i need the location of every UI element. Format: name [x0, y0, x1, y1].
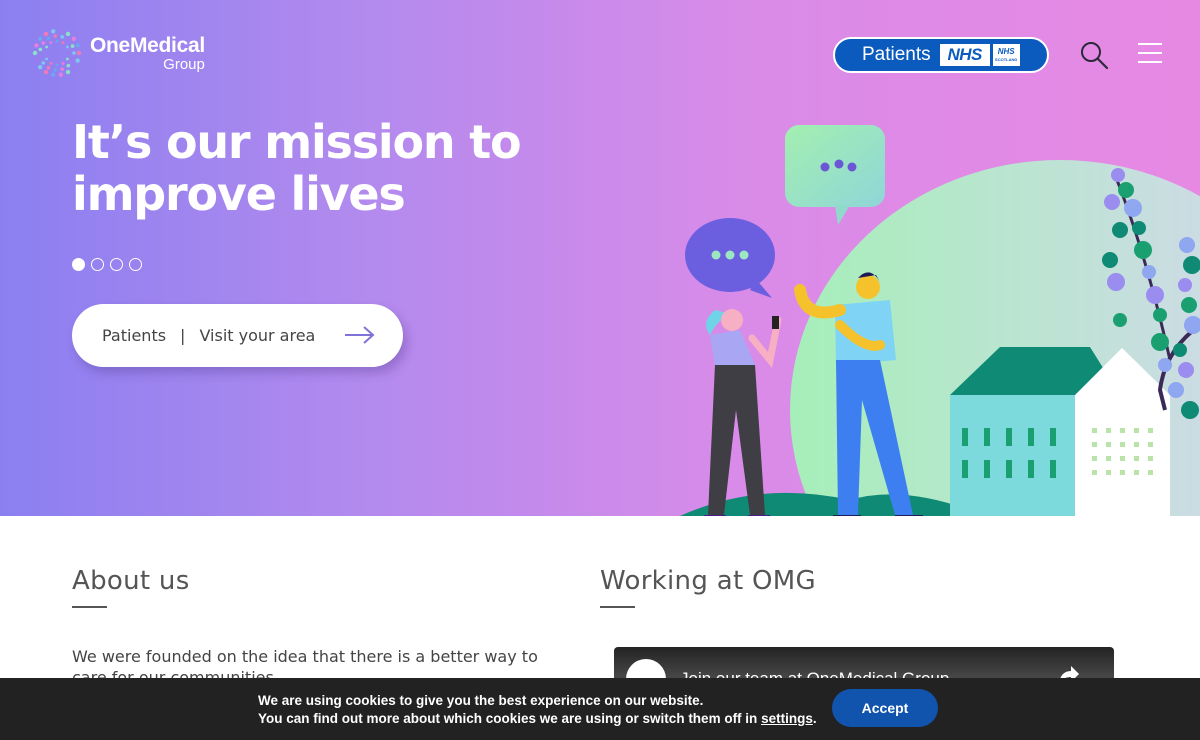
nhs-scotland-logo: NHS SCOTLAND — [992, 44, 1020, 66]
visit-your-area-button[interactable]: Patients | Visit your area — [72, 304, 403, 367]
logo-dots-icon — [32, 29, 82, 77]
hero-banner: OneMedical Group Patients NHS NHS SCOTLA… — [0, 0, 1200, 516]
site-logo[interactable]: OneMedical Group — [32, 28, 205, 78]
logo-subtitle: Group — [163, 55, 205, 73]
carousel-dot-1[interactable] — [72, 258, 85, 271]
cookie-message: We are using cookies to give you the bes… — [258, 692, 817, 728]
cta-separator: | — [180, 326, 186, 345]
cookie-line-1: We are using cookies to give you the bes… — [258, 693, 704, 708]
hero-title-line-2: improve lives — [72, 167, 406, 221]
cta-patients-label: Patients — [102, 326, 167, 345]
cta-visit-label: Visit your area — [199, 326, 316, 345]
hero-illustration — [680, 125, 1200, 516]
working-at-omg-heading: Working at OMG — [600, 566, 816, 596]
cookie-line-2: You can find out more about which cookie… — [258, 710, 817, 728]
carousel-dot-3[interactable] — [110, 258, 123, 271]
carousel-dot-4[interactable] — [129, 258, 142, 271]
cookie-line-2-text: You can find out more about which cookie… — [258, 711, 762, 726]
about-us-underline — [72, 606, 107, 608]
search-icon[interactable] — [1079, 40, 1109, 70]
patients-label: Patients — [862, 44, 931, 65]
carousel-dot-2[interactable] — [91, 258, 104, 271]
patients-nhs-button[interactable]: Patients NHS NHS SCOTLAND — [833, 37, 1049, 73]
hero-title-line-1: It’s our mission to — [72, 115, 522, 169]
accept-cookies-button[interactable]: Accept — [832, 689, 938, 727]
cookie-banner: We are using cookies to give you the bes… — [0, 678, 1200, 740]
nhs-scotland-bottom: SCOTLAND — [995, 57, 1018, 62]
hamburger-menu-icon[interactable] — [1137, 42, 1163, 64]
carousel-dots — [72, 258, 142, 271]
cookie-settings-link[interactable]: settings — [761, 711, 813, 726]
arrow-right-icon — [345, 326, 375, 344]
about-us-heading: About us — [72, 566, 190, 596]
logo-name: OneMedical — [90, 33, 205, 57]
hero-title: It’s our mission to improve lives — [72, 116, 592, 220]
nhs-logo: NHS — [939, 44, 990, 66]
cookie-line-2-suffix: . — [812, 711, 817, 726]
working-underline — [600, 606, 635, 608]
nhs-scotland-top: NHS — [997, 47, 1015, 56]
